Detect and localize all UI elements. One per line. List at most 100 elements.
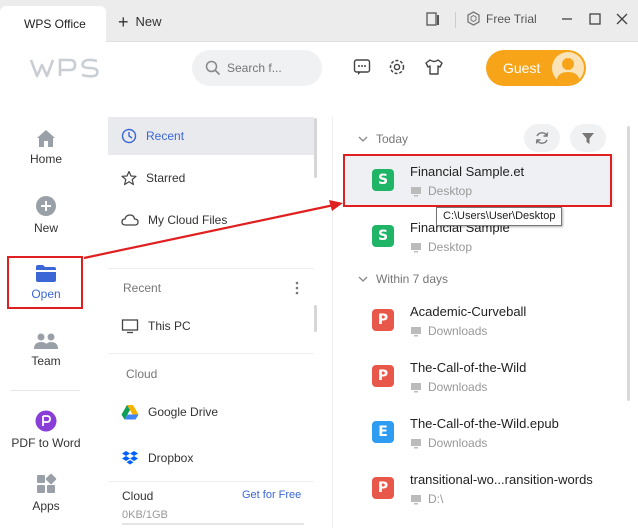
gem-icon (467, 11, 480, 26)
more-vertical-icon[interactable] (294, 280, 300, 296)
file-location-label: Downloads (428, 324, 488, 338)
search-input[interactable] (227, 61, 297, 75)
nav-dropbox[interactable]: Dropbox (108, 439, 314, 477)
rail-new[interactable]: New (5, 195, 87, 235)
cloud-storage-label: Cloud (122, 489, 154, 503)
storage-divider (108, 481, 314, 482)
file-name: The-Call-of-the-Wild (410, 360, 527, 375)
nav-recent[interactable]: Recent (108, 117, 314, 155)
nav-my-cloud-files[interactable]: My Cloud Files (108, 201, 314, 239)
user-avatar-icon (556, 58, 580, 84)
recent-section-label: Recent (123, 281, 162, 295)
new-tab-button[interactable]: + New (118, 13, 162, 31)
monitor-icon (411, 438, 421, 448)
filter-funnel-icon (582, 133, 594, 144)
tab-wps-office[interactable]: WPS Office (0, 6, 106, 42)
wps-logo (29, 58, 99, 78)
get-for-free-link[interactable]: Get for Free (242, 489, 301, 501)
monitor-icon (411, 326, 421, 336)
guest-login-button[interactable]: Guest (486, 50, 586, 86)
nav-recent-label: Recent (146, 129, 185, 143)
nav-google-drive-label: Google Drive (148, 405, 219, 419)
rail-apps-label: Apps (32, 499, 60, 513)
group-today[interactable]: Today (358, 132, 408, 146)
file-location-label: D:\ (428, 492, 444, 506)
nav-this-pc-label: This PC (148, 319, 191, 333)
rail-home-label: Home (29, 152, 62, 166)
rail-new-label: New (33, 221, 58, 235)
cloud-section-divider (108, 353, 314, 354)
pdf-file-icon: P (372, 309, 394, 331)
free-trial-button[interactable]: Free Trial (466, 11, 537, 26)
monitor-icon (411, 494, 421, 504)
new-tab-label: New (135, 14, 162, 29)
monitor-icon (411, 242, 421, 252)
rail-home[interactable]: Home (5, 128, 87, 166)
nav-starred-label: Starred (146, 171, 186, 185)
title-bar: WPS Office + New Free Trial (0, 0, 638, 42)
location-panel: Recent Starred My Cloud Files • Recent T… (96, 117, 332, 528)
star-icon (121, 170, 137, 186)
path-tooltip: C:\Users\User\Desktop (436, 207, 563, 226)
refresh-icon (535, 132, 549, 144)
dropbox-icon (122, 451, 138, 465)
file-list-scrollbar[interactable] (627, 126, 630, 401)
avatar (552, 52, 584, 84)
guest-label: Guest (503, 60, 541, 76)
file-location-label: Downloads (428, 380, 488, 394)
nav-my-cloud-files-label: My Cloud Files (148, 213, 228, 227)
new-plus-icon (36, 196, 56, 216)
file-location: Downloads (410, 436, 487, 450)
spreadsheet-file-icon: S (372, 225, 394, 247)
pdf-file-icon: P (372, 477, 394, 499)
minimize-icon[interactable] (560, 11, 574, 27)
cloud-icon (121, 214, 139, 226)
file-row[interactable]: P transitional-wo...ransition-words D:\ (346, 463, 614, 515)
search-icon (205, 60, 221, 76)
file-name: Academic-Curveball (410, 304, 527, 319)
file-row[interactable]: P Academic-Curveball Downloads (346, 295, 614, 347)
nav-this-pc[interactable]: This PC (108, 307, 314, 345)
apps-grid-icon (37, 473, 57, 493)
pdf-file-icon: P (372, 365, 394, 387)
storage-bar (122, 523, 304, 525)
chevron-down-icon (358, 136, 368, 142)
search-box[interactable] (192, 50, 322, 86)
file-row[interactable]: E The-Call-of-the-Wild.epub Downloads (346, 407, 614, 459)
group-within-7-days[interactable]: Within 7 days (358, 272, 448, 286)
close-icon[interactable] (615, 11, 629, 27)
reading-mode-icon[interactable] (425, 11, 441, 27)
recent-section-divider (108, 268, 314, 269)
nav-starred[interactable]: Starred (108, 159, 314, 197)
rail-team-label: Team (31, 354, 61, 368)
rail-apps[interactable]: Apps (5, 473, 87, 513)
nav-scrollbar[interactable] (314, 118, 317, 178)
recent-scrollbar[interactable] (314, 305, 317, 332)
filter-button[interactable] (570, 124, 606, 152)
group-within-7-days-label: Within 7 days (376, 272, 449, 286)
message-icon[interactable] (353, 58, 371, 76)
rail-pdf-to-word[interactable]: PDF to Word (5, 410, 87, 450)
file-name: The-Call-of-the-Wild.epub (410, 416, 559, 431)
refresh-button[interactable] (524, 124, 560, 152)
epub-file-icon: E (372, 421, 394, 443)
file-row[interactable]: P The-Call-of-the-Wild Downloads (346, 351, 614, 403)
rail-pdf-to-word-label: PDF to Word (11, 436, 81, 450)
rail-team[interactable]: Team (5, 332, 87, 368)
gear-icon[interactable] (388, 58, 406, 76)
open-highlight-box (7, 256, 83, 309)
file-name: transitional-wo...ransition-words (410, 472, 593, 487)
nav-clipped-item: • (118, 255, 138, 258)
maximize-icon[interactable] (588, 11, 602, 27)
chevron-down-icon (358, 276, 368, 282)
home-icon (37, 130, 55, 147)
file-location: Desktop (410, 240, 472, 254)
monitor-icon (411, 382, 421, 392)
file-location-label: Downloads (428, 436, 488, 450)
file-highlight-box (343, 154, 612, 207)
skin-tshirt-icon[interactable] (424, 58, 444, 76)
rail-divider (10, 390, 80, 391)
free-trial-label: Free Trial (486, 11, 537, 26)
nav-google-drive[interactable]: Google Drive (108, 393, 314, 431)
team-icon (34, 333, 58, 349)
